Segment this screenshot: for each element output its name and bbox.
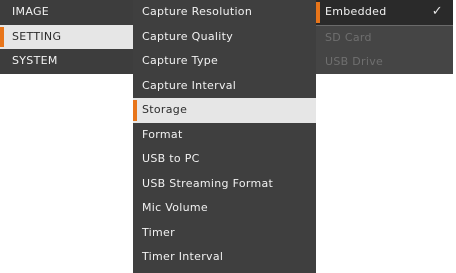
menu-item-capture-resolution[interactable]: Capture Resolution: [133, 0, 316, 25]
category-system[interactable]: SYSTEM: [0, 49, 133, 74]
category-image[interactable]: IMAGE: [0, 0, 133, 25]
menu-item-usb-streaming-format[interactable]: USB Streaming Format: [133, 172, 316, 197]
storage-option-label: Embedded: [325, 5, 387, 18]
menu-item-capture-quality[interactable]: Capture Quality: [133, 25, 316, 50]
storage-option-sd-card: SD Card: [316, 24, 453, 51]
menu-item-storage[interactable]: Storage: [133, 98, 316, 123]
storage-option-usb-drive: USB Drive: [325, 55, 384, 68]
category-menu: IMAGE SETTING SYSTEM: [0, 0, 133, 74]
menu-item-mic-volume[interactable]: Mic Volume: [133, 196, 316, 221]
menu-item-timer-interval[interactable]: Timer Interval: [133, 245, 316, 270]
category-setting[interactable]: SETTING: [0, 24, 133, 49]
menu-item-usb-to-pc[interactable]: USB to PC: [133, 147, 316, 172]
storage-submenu: Embedded ✓ SD Card USB Drive: [316, 0, 453, 74]
checkmark-icon: ✓: [431, 4, 443, 19]
storage-option-embedded[interactable]: Embedded ✓: [316, 0, 453, 25]
settings-menu: Capture Resolution Capture Quality Captu…: [133, 0, 316, 273]
menu-item-capture-type[interactable]: Capture Type: [133, 49, 316, 74]
menu-item-timer[interactable]: Timer: [133, 221, 316, 246]
menu-item-format[interactable]: Format: [133, 123, 316, 148]
menu-item-capture-interval[interactable]: Capture Interval: [133, 74, 316, 99]
